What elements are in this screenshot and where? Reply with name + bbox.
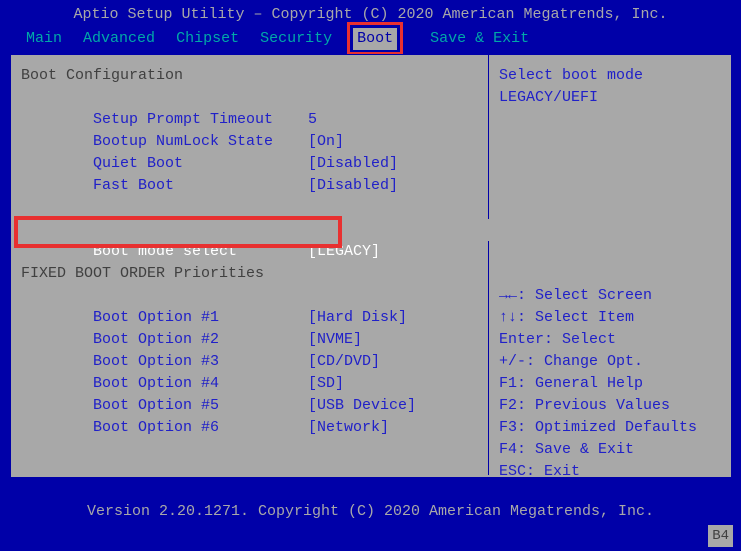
new-boot-option-policy[interactable]: New Boot Option Policy[Default] [21,197,478,219]
help-f1: F1: General Help [499,373,721,395]
help-esc: ESC: Exit [499,461,721,483]
corner-badge: B4 [708,525,733,547]
help-f2: F2: Previous Values [499,395,721,417]
menu-security[interactable]: Security [260,28,332,50]
titlebar: Aptio Setup Utility – Copyright (C) 2020… [0,0,741,50]
bios-screen: Aptio Setup Utility – Copyright (C) 2020… [0,0,741,551]
setup-prompt-timeout[interactable]: Setup Prompt Timeout5 [21,87,478,109]
help-select-screen: →←: Select Screen [499,285,721,307]
help-description-1: Select boot mode [499,65,721,87]
version-line: Version 2.20.1271. Copyright (C) 2020 Am… [0,501,741,523]
help-select-item: ↑↓: Select Item [499,307,721,329]
menu-main[interactable]: Main [26,28,62,50]
menu-chipset[interactable]: Chipset [176,28,239,50]
boot-option-1[interactable]: Boot Option #1[Hard Disk] [21,285,478,307]
boot-mode-select[interactable]: Boot mode select[LEGACY] [11,219,489,241]
left-panel: Boot Configuration Setup Prompt Timeout5… [11,55,489,475]
help-f3: F3: Optimized Defaults [499,417,721,439]
menu-boot[interactable]: Boot [353,28,397,50]
help-change-opt: +/-: Change Opt. [499,351,721,373]
main-panel: Boot Configuration Setup Prompt Timeout5… [10,54,732,478]
menu-save-exit[interactable]: Save & Exit [430,28,529,50]
help-description-2: LEGACY/UEFI [499,87,721,109]
help-enter-select: Enter: Select [499,329,721,351]
menu-bar: Main Advanced Chipset Security Boot Save… [26,28,541,50]
help-f4: F4: Save & Exit [499,439,721,461]
boot-config-header: Boot Configuration [21,65,478,87]
utility-title: Aptio Setup Utility – Copyright (C) 2020… [0,4,741,26]
menu-advanced[interactable]: Advanced [83,28,155,50]
right-panel: Select boot mode LEGACY/UEFI →←: Select … [491,55,731,475]
